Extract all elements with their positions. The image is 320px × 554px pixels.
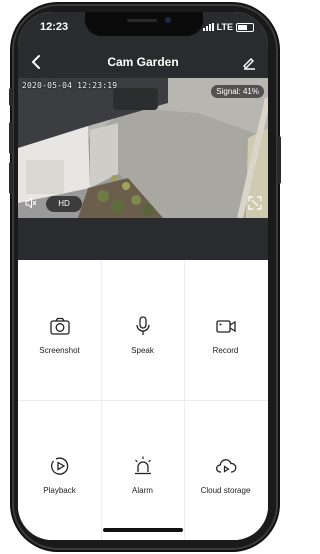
page-title: Cam Garden	[107, 55, 179, 69]
volume-up-button	[9, 122, 13, 154]
phone-screen: 12:23 LTE Cam Garden 2020-05-04 12:23:19…	[18, 12, 268, 540]
status-indicators: LTE	[202, 22, 254, 32]
action-grid: Screenshot Speak Record Playback Alarm C…	[18, 260, 268, 540]
silent-switch	[9, 88, 13, 106]
screenshot-label: Screenshot	[39, 346, 80, 355]
network-type: LTE	[216, 22, 233, 32]
playback-button[interactable]: Playback	[18, 400, 101, 540]
siren-icon	[132, 455, 154, 477]
video-record-icon	[215, 315, 237, 337]
status-time: 12:23	[40, 21, 69, 33]
video-timestamp: 2020-05-04 12:23:19	[22, 81, 118, 90]
camera-icon	[49, 315, 71, 337]
record-label: Record	[212, 346, 239, 355]
speak-label: Speak	[131, 346, 154, 355]
alarm-label: Alarm	[132, 486, 153, 495]
earpiece	[127, 19, 157, 22]
signal-strength-badge: Signal: 41%	[211, 85, 264, 98]
quality-toggle-button[interactable]: HD	[46, 196, 82, 212]
top-nav-bar: Cam Garden	[18, 46, 268, 78]
cloud-storage-label: Cloud storage	[200, 486, 251, 495]
notch	[85, 12, 203, 36]
volume-down-button	[9, 162, 13, 194]
cloud-storage-button[interactable]: Cloud storage	[184, 400, 267, 540]
cellular-signal-icon	[202, 23, 214, 31]
camera-live-view[interactable]: 2020-05-04 12:23:19 Signal: 41% HD	[18, 78, 268, 218]
speaker-mute-icon[interactable]	[24, 196, 38, 210]
speak-button[interactable]: Speak	[101, 260, 184, 400]
alarm-button[interactable]: Alarm	[101, 400, 184, 540]
cloud-play-icon	[215, 455, 237, 477]
playback-icon	[49, 455, 71, 477]
playback-label: Playback	[43, 486, 76, 495]
pencil-icon[interactable]	[238, 51, 260, 73]
battery-icon	[236, 22, 254, 32]
screenshot-button[interactable]: Screenshot	[18, 260, 101, 400]
power-button	[277, 136, 281, 184]
fullscreen-icon[interactable]	[248, 196, 262, 210]
microphone-icon	[132, 315, 154, 337]
video-controls-bar	[18, 218, 268, 260]
front-camera	[165, 17, 171, 23]
home-indicator[interactable]	[103, 528, 183, 532]
record-button[interactable]: Record	[184, 260, 267, 400]
